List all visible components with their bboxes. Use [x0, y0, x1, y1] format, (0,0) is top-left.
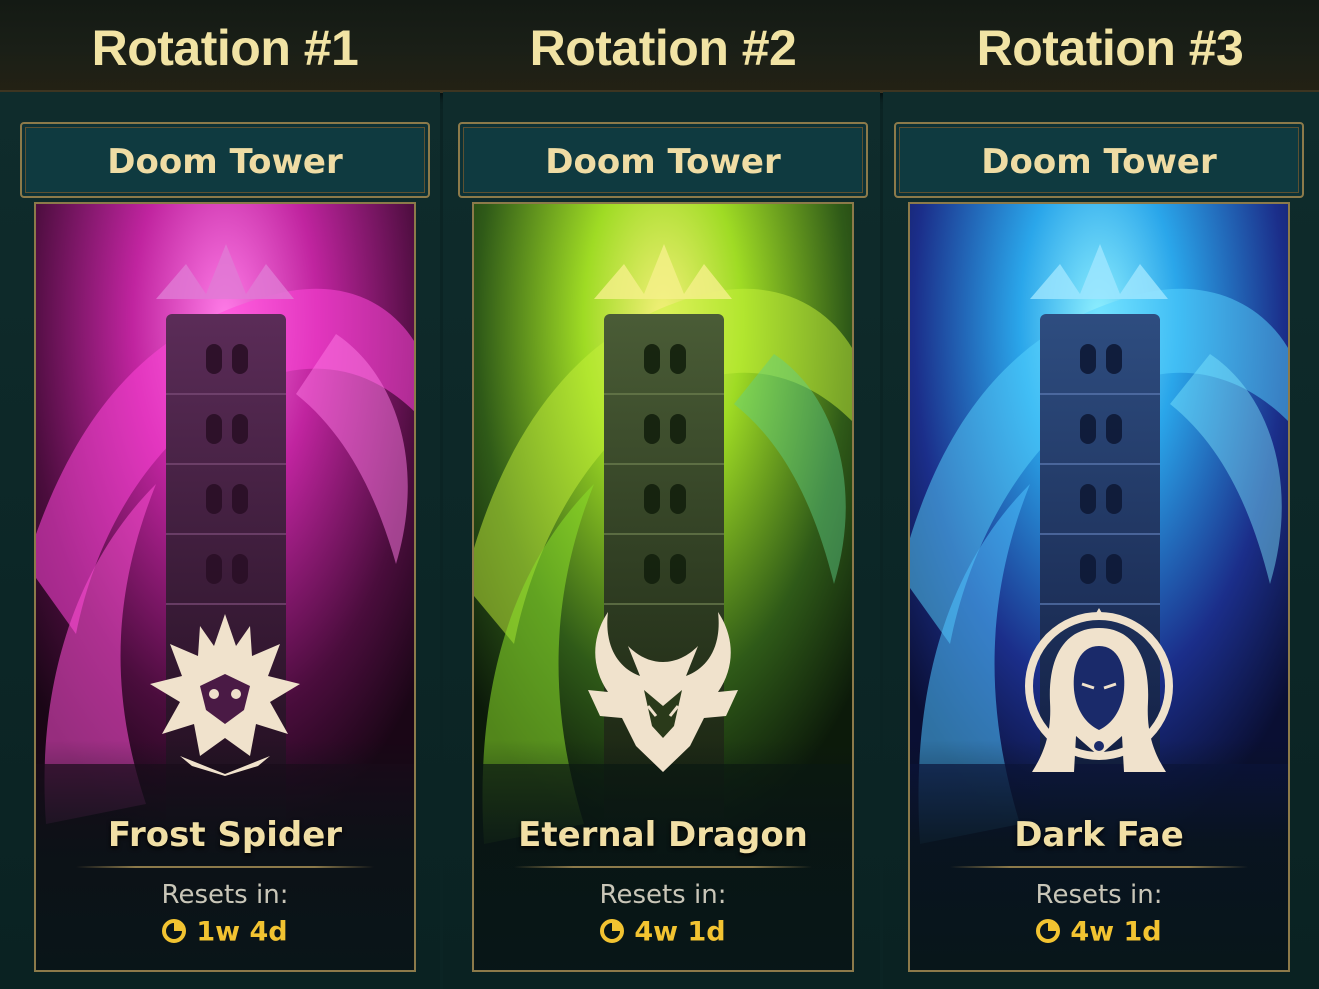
- card-artwork-panel: Frost Spider Resets in: 1w 4d: [34, 202, 416, 972]
- clock-icon: [162, 918, 187, 943]
- clock-icon: [1036, 918, 1061, 943]
- card-header: Doom Tower: [894, 122, 1304, 198]
- fae-crest-icon: [1025, 608, 1173, 772]
- rotation-title-2: Rotation #2: [529, 20, 797, 76]
- clock-icon: [600, 918, 625, 943]
- reset-time-value: 1w 4d: [196, 916, 288, 948]
- card-header: Doom Tower: [20, 122, 430, 198]
- card-title: Doom Tower: [981, 142, 1217, 182]
- reset-timer: 4w 1d: [910, 914, 1288, 950]
- reset-time-value: 4w 1d: [634, 916, 726, 948]
- resets-label: Resets in:: [161, 880, 289, 910]
- card-artwork-panel: Dark Fae Resets in: 4w 1d: [908, 202, 1290, 972]
- card-header: Doom Tower: [458, 122, 868, 198]
- boss-name: Dark Fae: [1014, 815, 1184, 855]
- card-title: Doom Tower: [107, 142, 343, 182]
- divider: [76, 866, 374, 868]
- resets-label: Resets in:: [1035, 880, 1163, 910]
- divider: [514, 866, 812, 868]
- spider-crest-icon: [150, 614, 300, 776]
- rotation-banner: Rotation #1 Rotation #2 Rotation #3: [0, 0, 1319, 93]
- boss-name: Eternal Dragon: [518, 815, 808, 855]
- doom-tower-card-2[interactable]: Doom Tower Eternal Dragon Resets in: 4w …: [458, 122, 870, 980]
- reset-timer: 1w 4d: [36, 914, 414, 950]
- reset-timer: 4w 1d: [474, 914, 852, 950]
- card-title: Doom Tower: [545, 142, 781, 182]
- doom-tower-card-1[interactable]: Doom Tower Frost Spider Resets in: 1w 4d: [20, 122, 432, 980]
- dragon-crest-icon: [588, 612, 738, 772]
- rotation-title-1: Rotation #1: [91, 20, 359, 76]
- card-artwork-panel: Eternal Dragon Resets in: 4w 1d: [472, 202, 854, 972]
- reset-time-value: 4w 1d: [1070, 916, 1162, 948]
- resets-label: Resets in:: [599, 880, 727, 910]
- divider: [950, 866, 1248, 868]
- doom-tower-card-3[interactable]: Doom Tower Dark Fae Resets in: 4w 1d: [894, 122, 1306, 980]
- boss-name: Frost Spider: [107, 815, 343, 855]
- rotation-title-3: Rotation #3: [976, 20, 1244, 76]
